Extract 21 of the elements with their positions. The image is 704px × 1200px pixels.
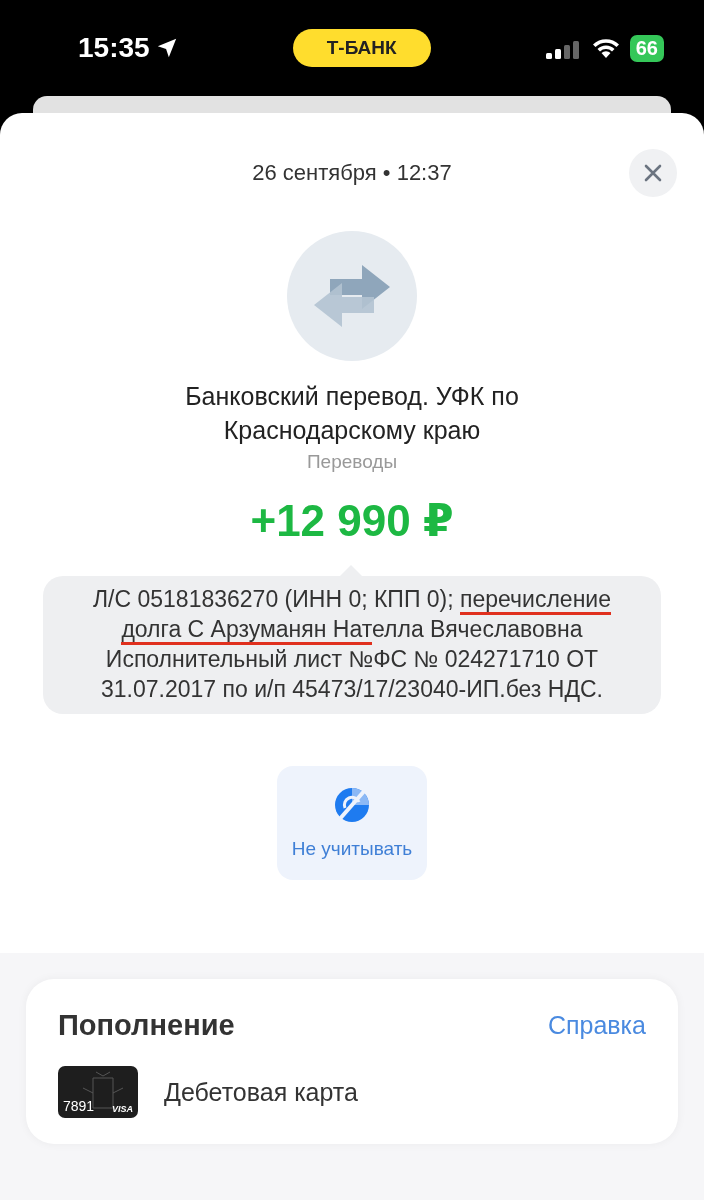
close-button[interactable] <box>629 149 677 197</box>
operation-category: Переводы <box>306 451 398 473</box>
operation-title: Краснодарскому краю <box>222 415 482 446</box>
battery-level: 66 <box>629 34 664 62</box>
bank-pill: Т-БАНК <box>292 29 431 67</box>
payment-purpose-line: долга С Арзуманян Нателла Вячеславовна <box>121 614 583 644</box>
operation-amount: +12 990 ₽ <box>250 495 454 546</box>
section-title: Пополнение <box>58 1009 235 1042</box>
payment-purpose-line: Исполнительный лист №ФС № 024271710 ОТ <box>105 645 599 674</box>
payment-purpose-line: 31.07.2017 по и/п 45473/17/23040-ИП.без НДС. <box>101 675 603 704</box>
crossed-circle-icon <box>333 786 371 824</box>
exclude-button[interactable]: Не учитывать <box>277 766 427 880</box>
clock: 15:35 <box>78 32 178 64</box>
help-link[interactable]: Справка <box>547 1011 646 1040</box>
bank-card-thumbnail: 7891 VISA <box>58 1066 138 1118</box>
close-icon <box>644 164 662 182</box>
operation-date: 26 сентября • 12:37 <box>252 160 452 186</box>
wifi-icon <box>591 37 620 59</box>
account-name[interactable]: Дебетовая карта <box>164 1077 358 1107</box>
payment-purpose-line: Л/С 05181836270 (ИНН 0; КПП 0); перечисление <box>93 584 611 614</box>
operation-title: Банковский перевод. УФК по <box>185 381 519 412</box>
